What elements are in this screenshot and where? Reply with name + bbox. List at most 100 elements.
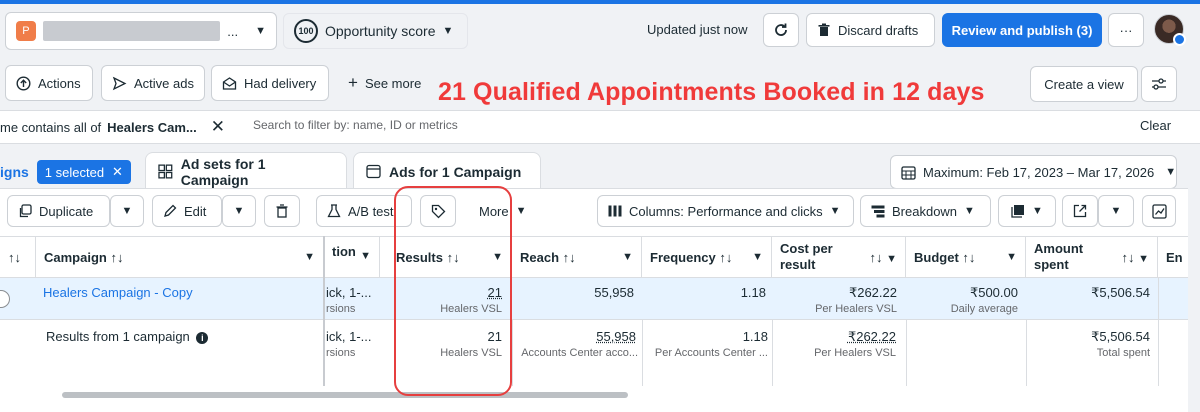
- column-header-cost-label: Cost per result: [780, 241, 833, 273]
- chevron-down-icon: ▼: [304, 251, 315, 263]
- filter-chip[interactable]: me contains all of Healers Cam... ✕: [0, 113, 225, 141]
- column-header-cost-line1: Cost per: [780, 241, 833, 256]
- chevron-down-icon: ▼: [360, 250, 371, 262]
- tab-campaigns[interactable]: igns 1 selected ✕: [0, 160, 131, 184]
- ad-window-icon: [366, 164, 381, 179]
- breakdown-button[interactable]: Breakdown ▼: [860, 195, 991, 227]
- column-header-campaign-label: Campaign ↑↓: [44, 249, 124, 265]
- delete-button[interactable]: [264, 195, 300, 227]
- date-range-picker[interactable]: Maximum: Feb 17, 2023 – Mar 17, 2026 ▼: [890, 155, 1177, 189]
- had-delivery-label: Had delivery: [244, 75, 317, 91]
- row1-amount-spent: ₹5,506.54: [1091, 285, 1150, 300]
- edit-dropdown-button[interactable]: ▼: [222, 195, 256, 227]
- row1-cost-per-result: ₹262.22: [848, 285, 897, 300]
- profile-avatar[interactable]: [1154, 14, 1186, 46]
- row2-reach-sub: Accounts Center acco...: [521, 347, 638, 359]
- opportunity-score-button[interactable]: 100 Opportunity score ▼: [283, 13, 468, 49]
- actions-filter-button[interactable]: Actions: [5, 65, 93, 101]
- duplicate-button[interactable]: Duplicate: [7, 195, 110, 227]
- refresh-icon: [775, 23, 787, 36]
- row2-attribution-sub: rsions: [326, 347, 356, 359]
- opportunity-score-badge: 100: [294, 19, 318, 43]
- results-highlight-annotation: [394, 186, 512, 396]
- filter-search-input[interactable]: Search to filter by: name, ID or metrics: [253, 118, 458, 132]
- plus-icon: +: [348, 73, 358, 92]
- reports-button[interactable]: ▼: [998, 195, 1056, 227]
- chevron-down-icon: ▼: [829, 205, 841, 217]
- facebook-badge-icon: [1173, 33, 1186, 46]
- chart-button[interactable]: [1142, 195, 1176, 227]
- row2-amount-spent: ₹5,506.54: [1091, 329, 1150, 344]
- close-icon[interactable]: ✕: [112, 164, 123, 180]
- chevron-down-icon: ▼: [1006, 251, 1017, 263]
- column-header-budget[interactable]: Budget ↑↓ ▼: [906, 236, 1026, 278]
- tab-ads[interactable]: Ads for 1 Campaign: [353, 152, 541, 190]
- info-icon[interactable]: i: [196, 332, 209, 344]
- tab-ads-label: Ads for 1 Campaign: [389, 163, 522, 180]
- grid-icon: [158, 164, 173, 179]
- row1-campaign-link[interactable]: Healers Campaign - Copy: [43, 285, 193, 300]
- trash-icon: [276, 204, 288, 218]
- columns-icon: [608, 205, 622, 217]
- horizontal-scrollbar[interactable]: [62, 392, 628, 398]
- row2-cost-sub: Per Healers VSL: [814, 347, 896, 359]
- column-header-campaign[interactable]: Campaign ↑↓ ▼: [36, 236, 324, 278]
- column-divider: [772, 320, 773, 386]
- column-divider: [512, 320, 513, 386]
- row1-reach: 55,958: [594, 285, 634, 300]
- column-header-amount-sort: ↑↓ ▼: [1121, 249, 1149, 265]
- column-header-sort-partial[interactable]: ↑↓: [0, 236, 36, 278]
- row2-amount-sub: Total spent: [1096, 347, 1150, 359]
- more-dots-icon: ···: [1119, 22, 1133, 38]
- had-delivery-filter-button[interactable]: Had delivery: [211, 65, 329, 101]
- account-selector[interactable]: P ... ▼: [5, 12, 277, 50]
- pencil-icon: [164, 204, 177, 217]
- chevron-down-icon: ▼: [255, 25, 266, 37]
- columns-button[interactable]: Columns: Performance and clicks ▼: [597, 195, 854, 227]
- column-header-ends-label: En: [1166, 249, 1183, 265]
- opportunity-score-label: Opportunity score: [325, 23, 436, 39]
- create-view-button[interactable]: Create a view: [1030, 66, 1138, 102]
- row1-attribution: ick, 1-...: [326, 285, 372, 300]
- column-divider: [906, 320, 907, 386]
- view-settings-button[interactable]: [1141, 66, 1177, 102]
- review-publish-button[interactable]: Review and publish (3): [942, 13, 1102, 47]
- column-header-cost-per-result[interactable]: Cost per result ↑↓ ▼: [772, 236, 906, 278]
- duplicate-dropdown-button[interactable]: ▼: [110, 195, 144, 227]
- chevron-down-icon: ▼: [233, 205, 245, 217]
- actions-label: Actions: [38, 75, 81, 91]
- column-header-frequency-label: Frequency ↑↓: [650, 249, 733, 265]
- column-header-frequency[interactable]: Frequency ↑↓ ▼: [642, 236, 772, 278]
- clear-filters-button[interactable]: Clear: [1140, 118, 1171, 133]
- column-divider: [1026, 320, 1027, 386]
- close-icon[interactable]: ✕: [211, 117, 225, 137]
- active-ads-filter-button[interactable]: Active ads: [101, 65, 205, 101]
- chevron-down-icon: ▼: [515, 205, 527, 217]
- edit-button[interactable]: Edit: [152, 195, 222, 227]
- export-dropdown-button[interactable]: ▼: [1098, 195, 1134, 227]
- selected-badge[interactable]: 1 selected ✕: [36, 160, 131, 184]
- see-more-button[interactable]: + See more: [337, 65, 433, 101]
- ab-test-label: A/B test: [348, 203, 394, 219]
- column-divider: [1158, 278, 1159, 386]
- breakdown-icon: [871, 205, 885, 217]
- top-accent-bar: [0, 0, 1200, 4]
- chevron-down-icon: ▼: [442, 25, 454, 37]
- refresh-button[interactable]: [763, 13, 799, 47]
- export-button[interactable]: [1062, 195, 1098, 227]
- column-header-amount-spent[interactable]: Amount spent ↑↓ ▼: [1026, 236, 1158, 278]
- discard-drafts-button[interactable]: Discard drafts: [806, 13, 935, 47]
- duplicate-label: Duplicate: [39, 203, 94, 219]
- column-header-ends-partial[interactable]: En: [1158, 236, 1188, 278]
- chevron-down-icon: ▼: [1032, 205, 1043, 217]
- more-options-button[interactable]: ···: [1108, 13, 1144, 47]
- chevron-down-icon: ▼: [1165, 166, 1177, 178]
- row2-summary-text: Results from 1 campaign: [46, 329, 190, 344]
- tab-ad-sets[interactable]: Ad sets for 1 Campaign: [145, 152, 347, 190]
- column-header-attribution[interactable]: tion ▼: [324, 236, 380, 278]
- arrow-up-circle-icon: [16, 75, 31, 91]
- column-header-reach[interactable]: Reach ↑↓ ▼: [512, 236, 642, 278]
- row2-summary-label: Results from 1 campaign i: [46, 329, 209, 344]
- chevron-down-icon: ▼: [622, 251, 633, 263]
- sliders-icon: [1152, 78, 1166, 90]
